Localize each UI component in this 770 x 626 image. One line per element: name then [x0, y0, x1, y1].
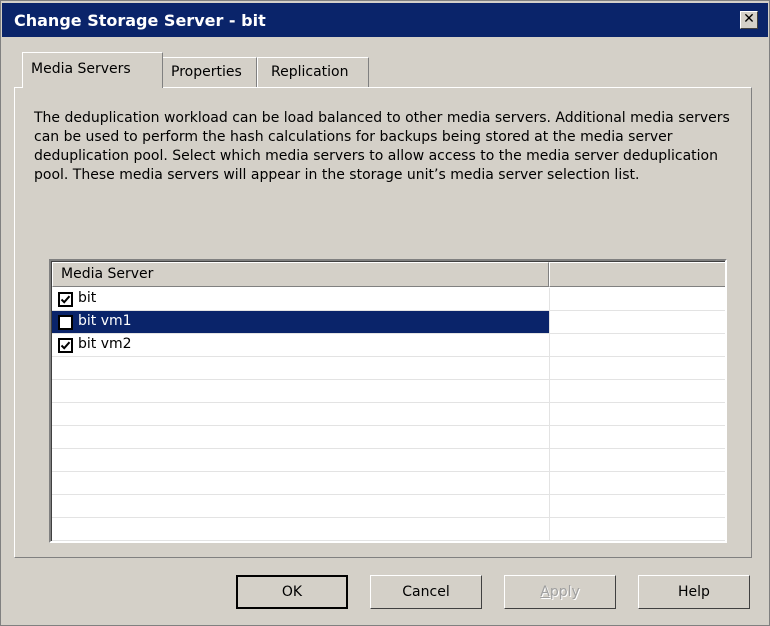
- list-item-label: bit vm1: [78, 313, 132, 329]
- list-cell-empty: [549, 288, 725, 311]
- list-item-selected[interactable]: bit vm1: [52, 311, 725, 334]
- tab-media-servers[interactable]: Media Servers: [22, 52, 163, 88]
- checkbox-bit[interactable]: [58, 292, 73, 307]
- tab-replication-label: Replication: [271, 64, 349, 80]
- media-server-list[interactable]: Media Server bit bit vm1 bit vm2: [49, 259, 727, 543]
- window-title: Change Storage Server - bit: [14, 11, 266, 30]
- column-header-media-server[interactable]: Media Server: [52, 262, 549, 287]
- list-item-label: bit: [78, 290, 97, 306]
- list-cell: bit: [52, 288, 549, 311]
- checkmark-icon: [60, 295, 71, 304]
- apply-button-mnemonic: A: [540, 584, 550, 600]
- cancel-button[interactable]: Cancel: [370, 575, 482, 609]
- title-bar[interactable]: Change Storage Server - bit ✕: [2, 3, 768, 37]
- list-frame: Media Server bit bit vm1 bit vm2: [51, 261, 725, 541]
- list-cell: bit vm2: [52, 334, 549, 357]
- checkbox-bit-vm1[interactable]: [58, 315, 73, 330]
- checkbox-bit-vm2[interactable]: [58, 338, 73, 353]
- list-cell-empty: [549, 334, 725, 357]
- empty-row: [52, 403, 725, 426]
- tab-media-servers-label: Media Servers: [31, 61, 131, 77]
- list-cell: bit vm1: [52, 311, 549, 334]
- ok-button[interactable]: OK: [236, 575, 348, 609]
- list-cell-empty: [549, 311, 725, 334]
- apply-button-label: pply: [549, 584, 580, 600]
- empty-row: [52, 380, 725, 403]
- empty-row: [52, 426, 725, 449]
- list-item[interactable]: bit vm2: [52, 334, 725, 357]
- help-button-label: Help: [678, 584, 710, 600]
- tab-properties[interactable]: Properties: [162, 57, 257, 87]
- column-header-label: Media Server: [61, 266, 154, 282]
- ok-button-label: OK: [281, 584, 303, 600]
- description-text: The deduplication workload can be load b…: [34, 110, 730, 183]
- apply-button[interactable]: Apply: [504, 575, 616, 609]
- tab-replication[interactable]: Replication: [257, 57, 369, 87]
- tab-properties-label: Properties: [171, 64, 242, 80]
- list-item[interactable]: bit: [52, 288, 725, 311]
- list-item-label: bit vm2: [78, 336, 132, 352]
- checkmark-icon: [60, 341, 71, 350]
- empty-row: [52, 472, 725, 495]
- empty-row: [52, 449, 725, 472]
- cancel-button-label: Cancel: [402, 584, 450, 600]
- empty-row: [52, 518, 725, 541]
- empty-row: [52, 357, 725, 380]
- help-button[interactable]: Help: [638, 575, 750, 609]
- column-header-blank[interactable]: [549, 262, 725, 287]
- empty-row: [52, 495, 725, 518]
- close-icon: ✕: [743, 11, 755, 27]
- close-button[interactable]: ✕: [740, 11, 758, 29]
